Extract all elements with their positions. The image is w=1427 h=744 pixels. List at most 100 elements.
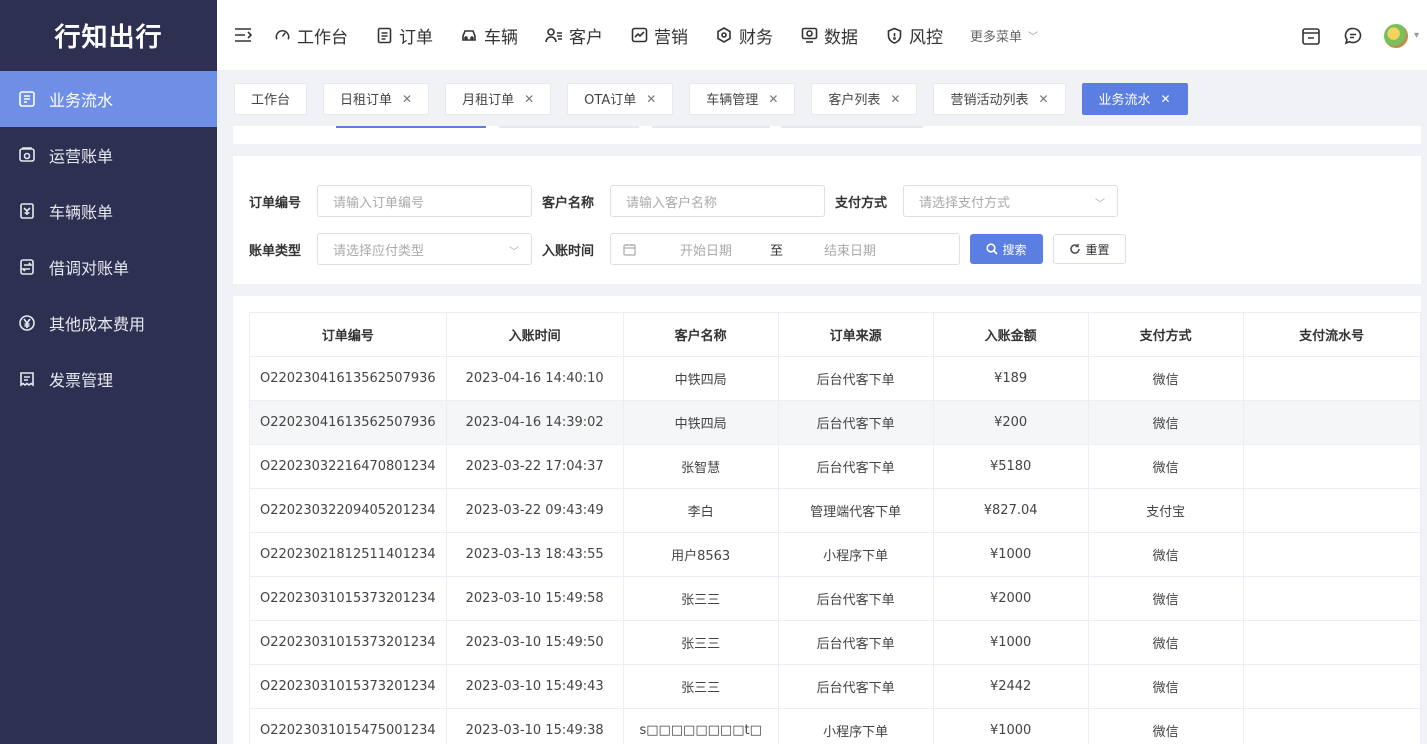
chevron-down-icon: ﹀: [1095, 199, 1105, 210]
bill-type-select[interactable]: 请选择应付类型 ﹀: [317, 233, 532, 265]
source-cell: 后台代客下单: [777, 576, 934, 621]
close-icon[interactable]: ✕: [402, 92, 412, 106]
pay-method-select[interactable]: 请选择支付方式 ﹀: [903, 185, 1118, 217]
topnav-vehicle[interactable]: 车辆: [460, 23, 518, 48]
pay-method-cell: 微信: [1087, 664, 1244, 709]
tab-ota-order[interactable]: OTA订单 ✕: [567, 82, 674, 115]
tab-label: 工作台: [251, 93, 291, 108]
tab-dashboard[interactable]: 工作台: [234, 82, 308, 115]
column-header[interactable]: 订单编号: [249, 312, 447, 357]
start-date-placeholder[interactable]: 开始日期: [680, 240, 750, 259]
amount-cell: ¥1000: [932, 620, 1089, 665]
search-button[interactable]: 搜索: [970, 234, 1043, 264]
column-header[interactable]: 入账金额: [932, 312, 1089, 357]
topnav-dashboard[interactable]: 工作台: [273, 23, 348, 48]
sidebar: 行知出行 业务流水 运营账单 车辆账单 借调对账单 其他成本费用 发票管理: [0, 0, 217, 744]
topnav-label: 客户: [569, 27, 603, 48]
tab-customer-list[interactable]: 客户列表 ✕: [811, 82, 918, 115]
chevron-down-icon[interactable]: ▾: [1414, 30, 1419, 41]
column-header[interactable]: 订单来源: [777, 312, 934, 357]
close-icon[interactable]: ✕: [1161, 92, 1171, 106]
customer-cell: 用户8563: [622, 532, 779, 577]
order-no-cell: O22023032216470801234: [249, 444, 447, 489]
bill-icon: [17, 145, 37, 165]
customer-cell: 中铁四局: [622, 356, 779, 401]
close-icon[interactable]: ✕: [646, 92, 656, 106]
pay-method-cell: 微信: [1087, 532, 1244, 577]
customer-cell: 张三三: [622, 620, 779, 665]
sidebar-item-vehicle-bill[interactable]: 车辆账单: [0, 183, 217, 239]
topnav-order[interactable]: 订单: [375, 23, 433, 48]
amount-cell: ¥5180: [932, 444, 1089, 489]
reset-button[interactable]: 重置: [1053, 234, 1126, 264]
topnav-customer[interactable]: 客户: [545, 23, 603, 48]
sub-tab-divider: [499, 126, 639, 128]
source-cell: 后台代客下单: [777, 444, 934, 489]
pay-method-cell: 微信: [1087, 356, 1244, 401]
tab-monthly-order[interactable]: 月租订单 ✕: [445, 82, 552, 115]
tab-marketing-list[interactable]: 营销活动列表 ✕: [933, 82, 1066, 115]
chevron-down-icon: ﹀: [509, 247, 519, 258]
customer-input[interactable]: 请输入客户名称: [610, 185, 825, 217]
close-icon[interactable]: ✕: [524, 92, 534, 106]
customer-cell: 张三三: [622, 664, 779, 709]
close-icon[interactable]: ✕: [890, 92, 900, 106]
table-row[interactable]: O22023032209405201234 2023-03-22 09:43:4…: [249, 488, 1421, 533]
topnav-marketing[interactable]: 营销: [630, 23, 688, 48]
amount-cell: ¥827.04: [932, 488, 1089, 533]
table-row[interactable]: O22023041613562507936 2023-04-16 14:39:0…: [249, 400, 1421, 445]
table-header-row: 订单编号 入账时间 客户名称 订单来源 入账金额 支付方式 支付流水号: [249, 312, 1421, 357]
table-row[interactable]: O22023031015373201234 2023-03-10 15:49:5…: [249, 620, 1421, 665]
customer-cell: 李白: [622, 488, 779, 533]
folder-icon[interactable]: [1300, 25, 1322, 47]
column-header[interactable]: 客户名称: [622, 312, 779, 357]
menu-collapse-icon[interactable]: [233, 25, 253, 45]
tab-business-ledger[interactable]: 业务流水 ✕: [1081, 82, 1188, 115]
date-range-picker[interactable]: 开始日期 至 结束日期: [610, 233, 960, 265]
customer-cell: 中铁四局: [622, 400, 779, 445]
close-icon[interactable]: ✕: [768, 92, 778, 106]
sidebar-item-transfer-bill[interactable]: 借调对账单: [0, 239, 217, 295]
customer-cell: s□□□□□□□□t□: [622, 708, 779, 744]
table-row[interactable]: O22023031015373201234 2023-03-10 15:49:4…: [249, 664, 1421, 709]
end-date-placeholder[interactable]: 结束日期: [824, 240, 876, 259]
time-cell: 2023-03-13 18:43:55: [445, 532, 624, 577]
serial-no-cell: [1242, 444, 1421, 489]
table-row[interactable]: O22023032216470801234 2023-03-22 17:04:3…: [249, 444, 1421, 489]
source-cell: 后台代客下单: [777, 356, 934, 401]
more-menu-dropdown[interactable]: 更多菜单 ﹀: [970, 26, 1038, 45]
column-header[interactable]: 入账时间: [445, 312, 624, 357]
sidebar-item-label: 借调对账单: [49, 259, 130, 278]
reset-button-label: 重置: [1085, 242, 1110, 257]
time-cell: 2023-03-22 17:04:37: [445, 444, 624, 489]
range-separator: 至: [770, 243, 784, 259]
sidebar-item-other-cost[interactable]: 其他成本费用: [0, 295, 217, 351]
sidebar-item-ledger[interactable]: 业务流水: [0, 71, 217, 127]
table-row[interactable]: O22023031015475001234 2023-03-10 15:49:3…: [249, 708, 1421, 744]
topnav-risk[interactable]: 风控: [885, 23, 943, 48]
column-header[interactable]: 支付流水号: [1242, 312, 1421, 357]
table-row[interactable]: O22023021812511401234 2023-03-13 18:43:5…: [249, 532, 1421, 577]
avatar[interactable]: [1383, 23, 1408, 48]
table-row[interactable]: O22023041613562507936 2023-04-16 14:40:1…: [249, 356, 1421, 401]
serial-no-cell: [1242, 532, 1421, 577]
tab-daily-order[interactable]: 日租订单 ✕: [323, 82, 430, 115]
order-no-label: 订单编号: [249, 195, 302, 211]
source-cell: 小程序下单: [777, 532, 934, 577]
search-icon: [986, 243, 999, 255]
topnav-data[interactable]: 数据: [800, 23, 858, 48]
topnav-label: 工作台: [297, 27, 348, 48]
topnav-finance[interactable]: 财务: [715, 23, 773, 48]
column-header[interactable]: 支付方式: [1087, 312, 1244, 357]
order-no-input[interactable]: 请输入订单编号: [317, 185, 532, 217]
sidebar-item-invoice[interactable]: 发票管理: [0, 351, 217, 407]
finance-icon: [715, 26, 733, 44]
sidebar-item-operation-bill[interactable]: 运营账单: [0, 127, 217, 183]
pay-method-cell: 微信: [1087, 620, 1244, 665]
tab-vehicle-management[interactable]: 车辆管理 ✕: [689, 82, 796, 115]
table-row[interactable]: O22023031015373201234 2023-03-10 15:49:5…: [249, 576, 1421, 621]
topnav-label: 数据: [824, 27, 858, 48]
close-icon[interactable]: ✕: [1038, 92, 1048, 106]
tab-label: 月租订单: [462, 93, 515, 108]
message-icon[interactable]: [1342, 25, 1364, 47]
